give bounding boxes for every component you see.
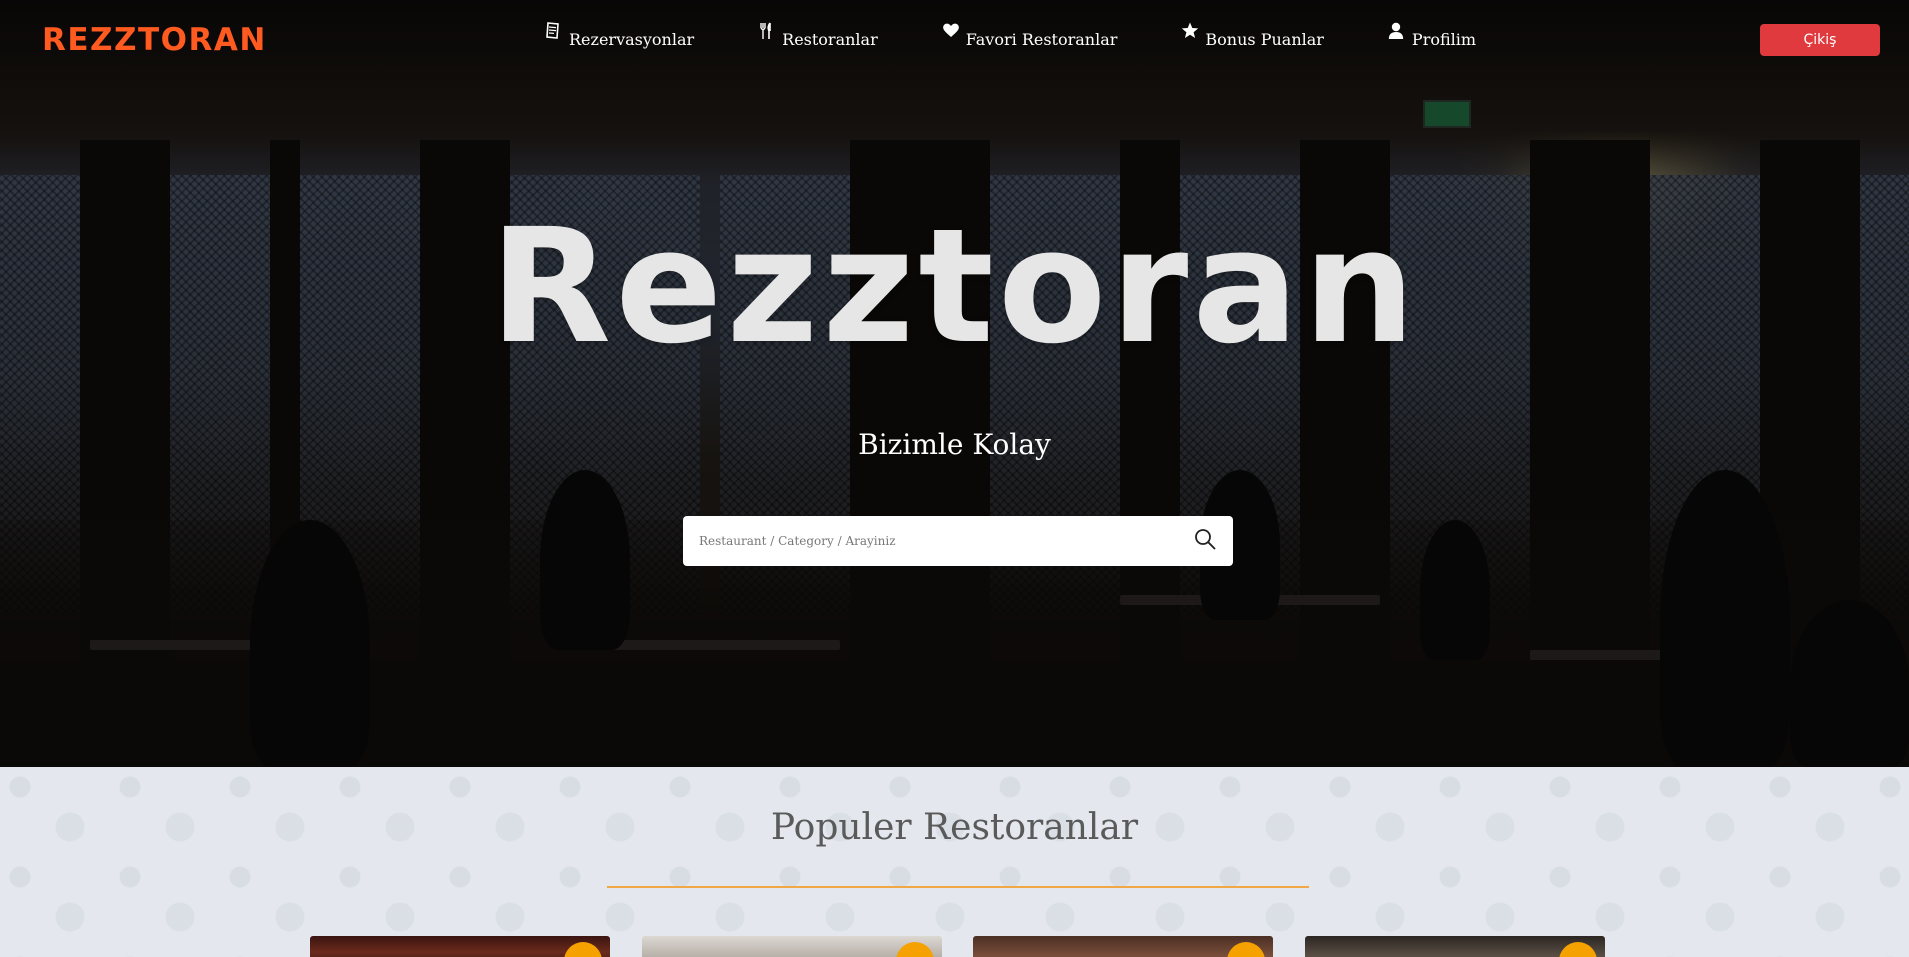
- brand-logo[interactable]: REZZTORAN: [42, 22, 267, 58]
- search-icon: [1194, 528, 1216, 554]
- restaurant-card[interactable]: [1305, 936, 1605, 957]
- favorite-badge-icon[interactable]: [1559, 942, 1597, 957]
- favorite-badge-icon[interactable]: [564, 942, 602, 957]
- heart-icon: [942, 22, 960, 40]
- favorite-badge-icon[interactable]: [1227, 942, 1265, 957]
- restaurant-card[interactable]: [973, 936, 1273, 957]
- top-navbar: REZZTORAN Rezervasyonlar Restoranlar Fav…: [0, 0, 1909, 80]
- reservation-book-icon: [545, 22, 563, 40]
- logout-button[interactable]: Çikiş: [1760, 24, 1880, 56]
- hero-title: Rezztoran: [489, 195, 1420, 379]
- nav-item-label: Profilim: [1411, 30, 1477, 49]
- section-title: Populer Restoranlar: [770, 807, 1139, 848]
- nav-item-label: Bonus Puanlar: [1205, 30, 1324, 49]
- user-icon: [1388, 22, 1406, 40]
- fork-knife-icon: [758, 22, 776, 40]
- search-input[interactable]: [683, 516, 1177, 566]
- nav-item-favori-restoranlar[interactable]: Favori Restoranlar: [942, 20, 1118, 50]
- star-icon: [1181, 22, 1199, 40]
- hero-background: [0, 0, 1909, 767]
- nav-item-label: Favori Restoranlar: [965, 30, 1118, 49]
- restaurant-card[interactable]: [310, 936, 610, 957]
- nav-item-rezervasyonlar[interactable]: Rezervasyonlar: [545, 20, 694, 50]
- hero-overlay: [0, 0, 1909, 767]
- nav-item-profilim[interactable]: Profilim: [1388, 20, 1476, 50]
- nav-menu: Rezervasyonlar Restoranlar Favori Restor…: [545, 20, 1540, 50]
- popular-restaurants-section: Populer Restoranlar: [0, 767, 1909, 957]
- hero-subtitle: Bizimle Kolay: [858, 428, 1051, 461]
- nav-item-label: Rezervasyonlar: [569, 30, 695, 49]
- section-divider: [607, 886, 1309, 888]
- nav-item-restoranlar[interactable]: Restoranlar: [758, 20, 878, 50]
- nav-item-bonus-puanlar[interactable]: Bonus Puanlar: [1181, 20, 1324, 50]
- search-bar: [683, 516, 1233, 566]
- search-button[interactable]: [1177, 516, 1233, 566]
- nav-item-label: Restoranlar: [782, 30, 878, 49]
- restaurant-card[interactable]: [642, 936, 942, 957]
- favorite-badge-icon[interactable]: [896, 942, 934, 957]
